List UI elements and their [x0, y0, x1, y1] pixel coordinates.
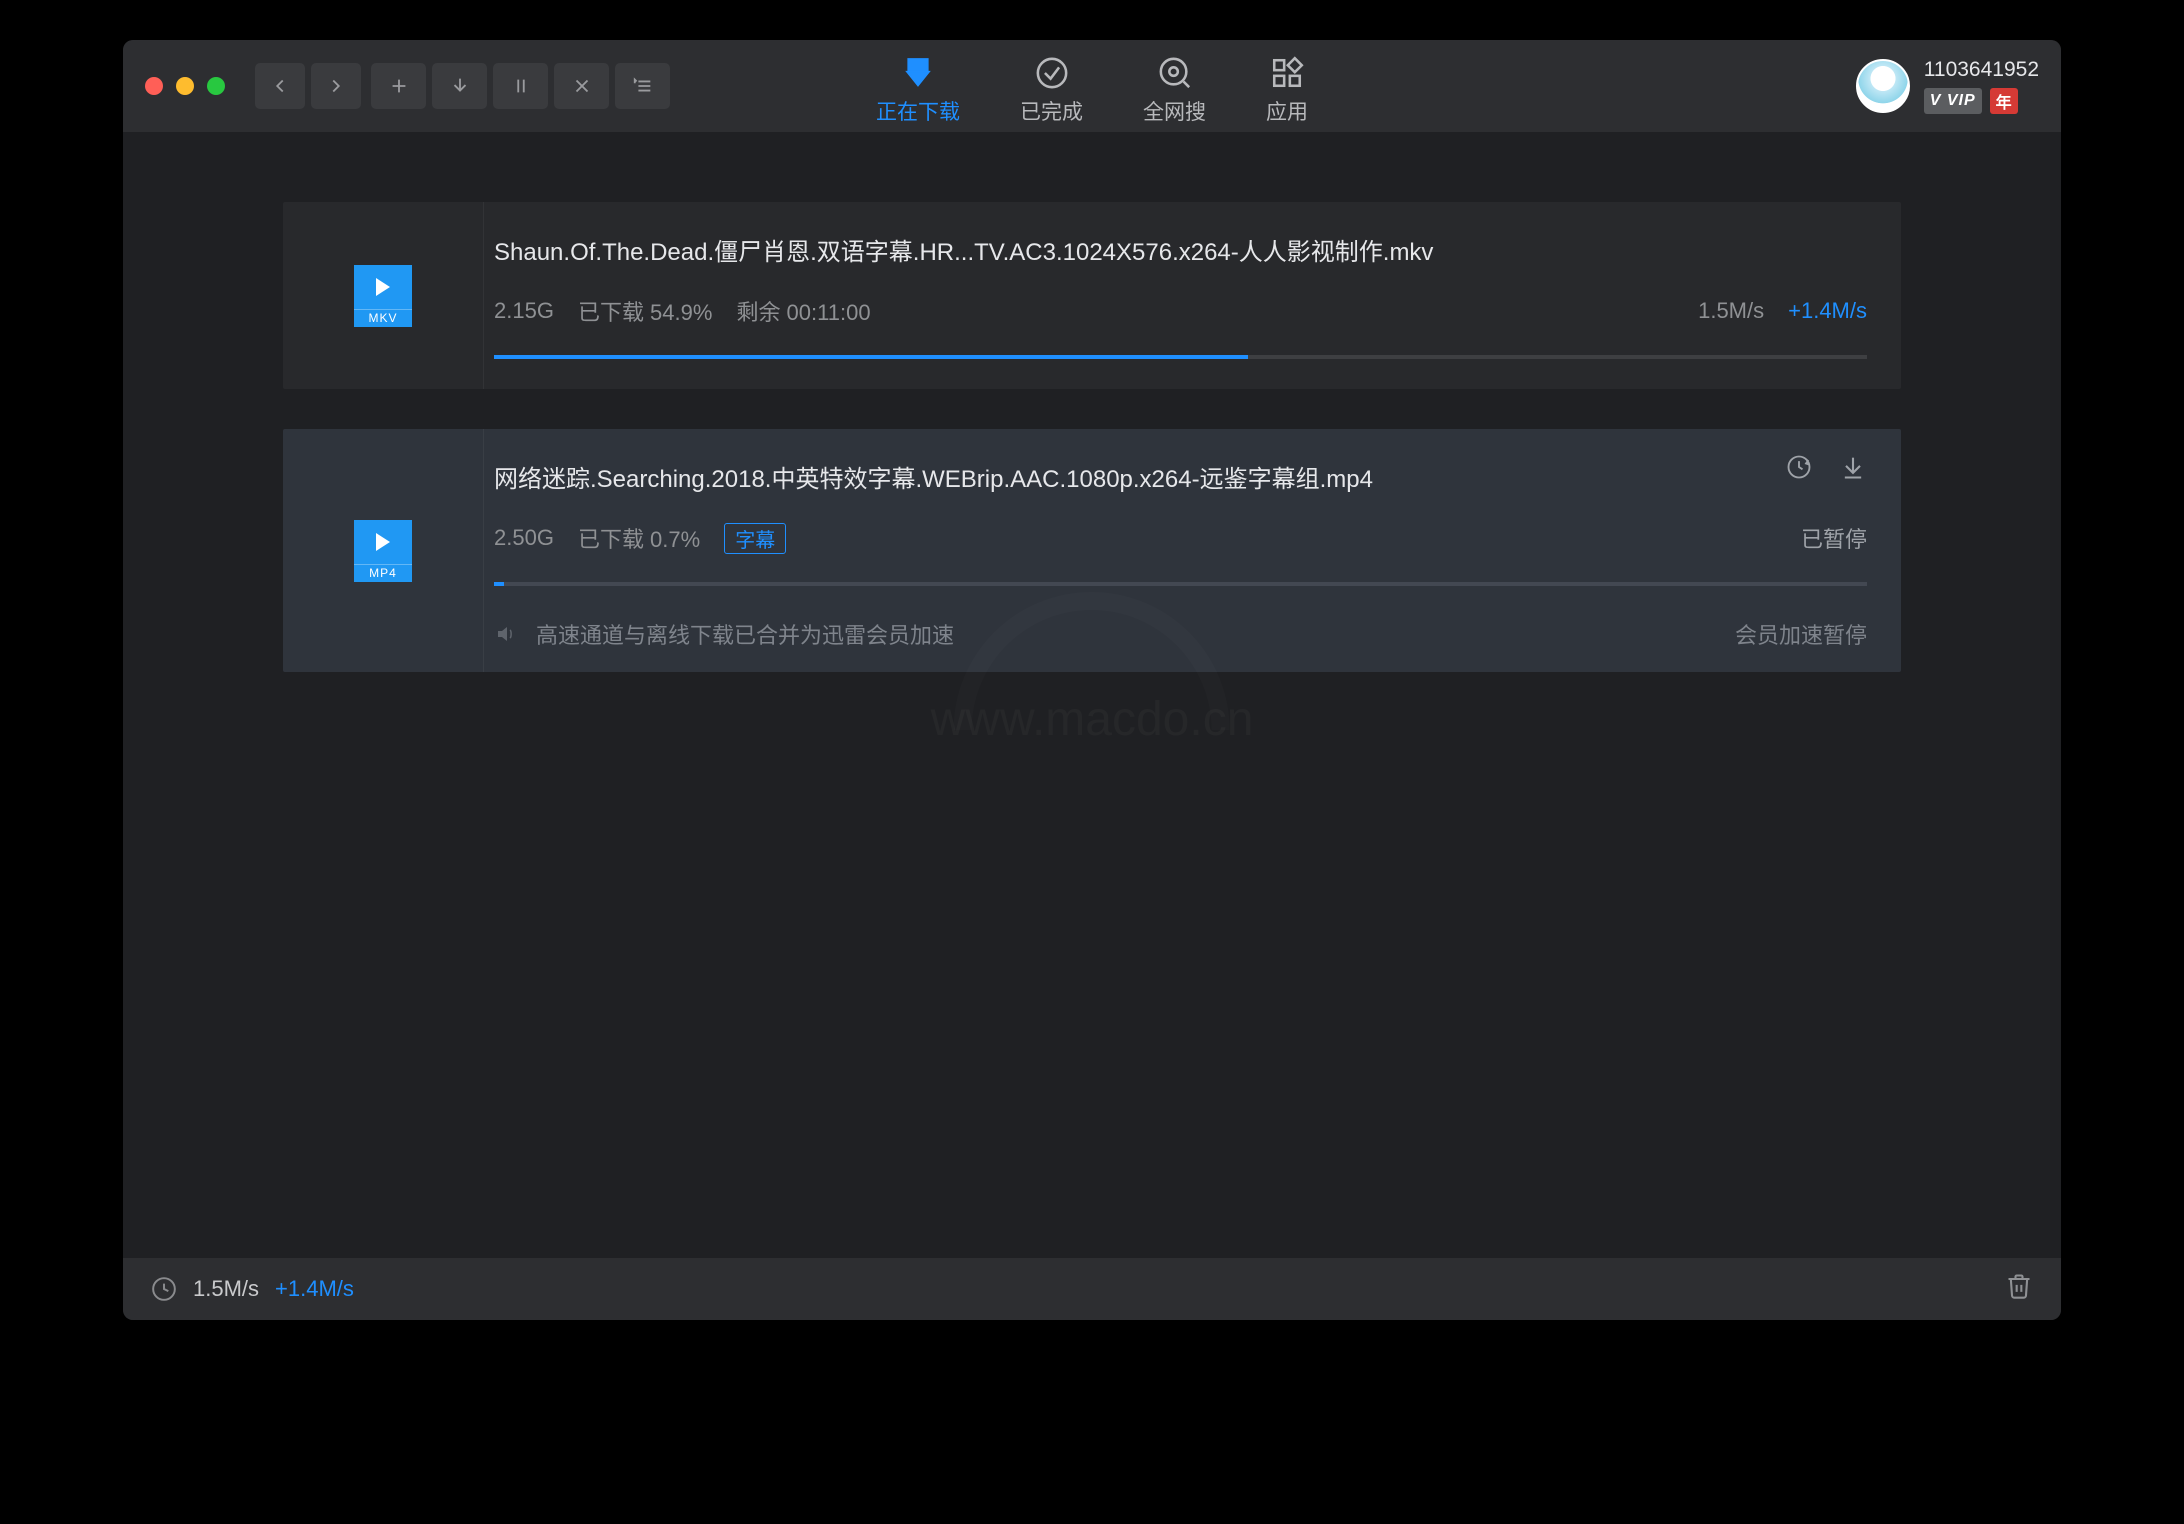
progress-label: 已下载 0.7%	[578, 522, 700, 554]
sort-button[interactable]	[615, 63, 670, 109]
boost-speed: +1.4M/s	[1788, 298, 1867, 324]
speed: 1.5M/s	[1698, 298, 1764, 324]
tab-downloading[interactable]: 正在下载	[876, 56, 960, 132]
titlebar: 正在下载 已完成 全网搜 应用 1103641952 V VIP 年	[123, 40, 2061, 132]
remaining-time: 剩余 00:11:00	[736, 295, 870, 327]
vip-badge: V VIP	[1924, 88, 1982, 114]
tab-search[interactable]: 全网搜	[1143, 56, 1206, 132]
info-text: 高速通道与离线下载已合并为迅雷会员加速	[536, 618, 954, 650]
item-body: Shaun.Of.The.Dead.僵尸肖恩.双语字幕.HR...TV.AC3.…	[483, 202, 1901, 389]
progress-bar	[494, 582, 1867, 586]
user-area[interactable]: 1103641952 V VIP 年	[1856, 58, 2039, 114]
file-icon-column: MKV	[283, 202, 483, 389]
trash-button[interactable]	[2005, 1272, 2033, 1306]
tab-label: 应用	[1266, 96, 1308, 126]
file-type-icon: MP4	[354, 520, 412, 582]
tab-label: 已完成	[1020, 96, 1083, 126]
refresh-icon[interactable]	[1785, 453, 1813, 481]
back-button[interactable]	[255, 63, 305, 109]
item-body: 网络迷踪.Searching.2018.中英特效字幕.WEBrip.AAC.10…	[483, 429, 1901, 672]
avatar[interactable]	[1856, 59, 1910, 113]
file-type-label: MKV	[354, 309, 412, 327]
item-actions	[1785, 453, 1867, 481]
progress-fill	[494, 582, 504, 586]
main-tabs: 正在下载 已完成 全网搜 应用	[876, 40, 1308, 132]
progress-bar	[494, 355, 1867, 359]
file-size: 2.50G	[494, 525, 554, 551]
filename: 网络迷踪.Searching.2018.中英特效字幕.WEBrip.AAC.10…	[494, 459, 1867, 494]
download-item[interactable]: MKV Shaun.Of.The.Dead.僵尸肖恩.双语字幕.HR...TV.…	[283, 202, 1901, 389]
info-right-text: 会员加速暂停	[1735, 618, 1867, 650]
minimize-window-button[interactable]	[176, 77, 194, 95]
app-window: 正在下载 已完成 全网搜 应用 1103641952 V VIP 年	[123, 40, 2061, 1320]
file-type-icon: MKV	[354, 265, 412, 327]
filename: Shaun.Of.The.Dead.僵尸肖恩.双语字幕.HR...TV.AC3.…	[494, 232, 1867, 267]
status-boost: +1.4M/s	[275, 1276, 354, 1302]
resume-download-icon[interactable]	[1839, 453, 1867, 481]
user-badges: V VIP 年	[1924, 88, 2039, 114]
play-icon	[354, 265, 412, 309]
speaker-icon	[494, 622, 518, 646]
file-icon-column: MP4	[283, 429, 483, 672]
statusbar: 1.5M/s +1.4M/s	[123, 1258, 2061, 1320]
info-row: 高速通道与离线下载已合并为迅雷会员加速 会员加速暂停	[494, 614, 1867, 650]
traffic-lights	[145, 77, 225, 95]
progress-label: 已下载 54.9%	[578, 295, 713, 327]
watermark: www.macdo.cn	[931, 692, 1254, 747]
tab-label: 全网搜	[1143, 96, 1206, 126]
status-text: 已暂停	[1801, 522, 1867, 554]
stats-row: 2.15G 已下载 54.9% 剩余 00:11:00 1.5M/s +1.4M…	[494, 295, 1867, 327]
clock-icon	[151, 1276, 177, 1302]
add-button[interactable]	[371, 63, 426, 109]
file-type-label: MP4	[354, 564, 412, 582]
play-icon	[354, 520, 412, 564]
tab-apps[interactable]: 应用	[1266, 56, 1308, 132]
subtitle-pill[interactable]: 字幕	[724, 523, 786, 554]
download-item[interactable]: MP4 网络迷踪.Searching.2018.中英特效字幕.WEBrip.AA…	[283, 429, 1901, 672]
status-speed: 1.5M/s	[193, 1276, 259, 1302]
action-buttons	[371, 63, 670, 109]
forward-button[interactable]	[311, 63, 361, 109]
stats-row: 2.50G 已下载 0.7% 字幕 已暂停	[494, 522, 1867, 554]
close-window-button[interactable]	[145, 77, 163, 95]
pause-button[interactable]	[493, 63, 548, 109]
maximize-window-button[interactable]	[207, 77, 225, 95]
tab-completed[interactable]: 已完成	[1020, 56, 1083, 132]
file-size: 2.15G	[494, 298, 554, 324]
download-list: MKV Shaun.Of.The.Dead.僵尸肖恩.双语字幕.HR...TV.…	[123, 132, 2061, 1258]
user-meta: 1103641952 V VIP 年	[1924, 58, 2039, 114]
delete-button[interactable]	[554, 63, 609, 109]
progress-fill	[494, 355, 1248, 359]
tab-label: 正在下载	[876, 96, 960, 126]
year-badge: 年	[1990, 88, 2018, 114]
user-id: 1103641952	[1924, 58, 2039, 82]
nav-buttons	[255, 63, 361, 109]
start-download-button[interactable]	[432, 63, 487, 109]
